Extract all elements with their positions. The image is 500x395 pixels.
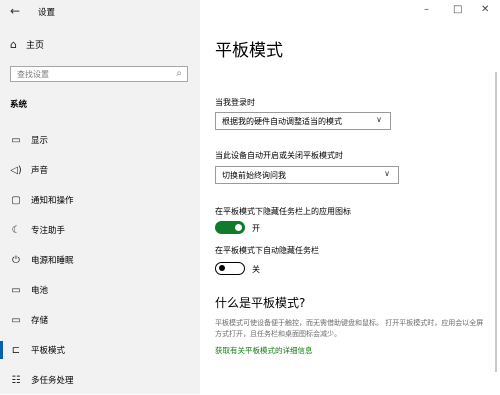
sidebar-item-label: 声音: [31, 166, 49, 176]
hide-icons-label: 在平板模式下隐藏任务栏上的应用图标: [215, 207, 351, 216]
signin-mode-dropdown[interactable]: 根据我的硬件自动调整适当的模式 ∨: [215, 112, 391, 130]
chevron-down-icon: ∨: [384, 169, 390, 178]
search-placeholder: 查找设置: [17, 70, 49, 79]
close-button[interactable]: ✕: [481, 4, 489, 15]
maximize-button[interactable]: □: [453, 4, 462, 15]
title-bar: ← 设置: [0, 0, 200, 24]
switch-behavior-value: 切换前始终询问我: [222, 171, 286, 180]
display-icon: ▭: [11, 134, 21, 146]
toggle-knob: [235, 224, 242, 231]
signin-mode-value: 根据我的硬件自动调整适当的模式: [222, 117, 342, 126]
sidebar-item-label: 专注助手: [31, 226, 66, 236]
tablet-icon: ⊏: [11, 344, 21, 356]
sidebar-item-label: 通知和操作: [31, 196, 74, 206]
sidebar-item-multitasking[interactable]: ☷ 多任务处理: [0, 365, 200, 395]
learn-more-link[interactable]: 获取有关平板模式的详细信息: [215, 345, 313, 356]
sidebar-item-battery[interactable]: ▭ 电池: [0, 275, 200, 305]
description-text: 平板模式可使设备便于触控，而无需借助键盘和鼠标。 打开平板模式时，应用会以全屏方…: [215, 319, 484, 338]
chevron-down-icon: ∨: [376, 115, 382, 124]
search-icon[interactable]: ⌕: [176, 68, 182, 79]
what-is-heading: 什么是平板模式?: [215, 296, 306, 310]
toggle-knob: [219, 265, 225, 271]
minimize-button[interactable]: –: [424, 4, 429, 15]
multitasking-icon: ☷: [11, 374, 21, 386]
sidebar-item-label: 存储: [31, 316, 49, 326]
switch-behavior-dropdown[interactable]: 切换前始终询问我 ∨: [215, 166, 399, 184]
power-icon: ⏻: [12, 254, 20, 266]
signin-label: 当我登录时: [215, 98, 255, 107]
sound-icon: ◁): [10, 164, 22, 176]
scrollbar[interactable]: [495, 72, 497, 372]
home-icon: ⌂: [10, 38, 17, 51]
sidebar-item-label: 平板模式: [31, 346, 66, 356]
storage-icon: ▭: [11, 314, 21, 326]
notification-icon: ▢: [11, 194, 21, 206]
section-heading: 系统: [10, 100, 28, 110]
hide-icons-toggle[interactable]: [215, 221, 245, 234]
autohide-label: 在平板模式下自动隐藏任务栏: [215, 246, 319, 255]
sidebar-item-focus-assist[interactable]: ☾ 专注助手: [0, 215, 200, 245]
sidebar-item-label: 电池: [31, 286, 49, 296]
page-title: 平板模式: [215, 41, 283, 61]
sidebar-item-storage[interactable]: ▭ 存储: [0, 305, 200, 335]
sidebar-item-notifications[interactable]: ▢ 通知和操作: [0, 185, 200, 215]
sidebar-item-display[interactable]: ▭ 显示: [0, 125, 200, 155]
sidebar-item-power[interactable]: ⏻ 电源和睡眠: [0, 245, 200, 275]
moon-icon: ☾: [11, 224, 21, 236]
search-input[interactable]: 查找设置 ⌕: [10, 66, 188, 82]
autohide-toggle[interactable]: [215, 262, 245, 275]
sidebar-item-label: 多任务处理: [31, 376, 74, 386]
sidebar-item-home[interactable]: ⌂ 主页: [10, 38, 44, 51]
app-title: 设置: [38, 8, 56, 18]
sidebar-item-label: 电源和睡眠: [31, 256, 74, 266]
switch-label: 当此设备自动开启或关闭平板模式时: [215, 151, 343, 160]
sidebar: ← 设置 ⌂ 主页 查找设置 ⌕ 系统 ▭ 显示 ◁) 声音 ▢ 通知和操作 ☾…: [0, 0, 200, 394]
autohide-state: 关: [252, 265, 260, 274]
sidebar-item-tablet-mode[interactable]: ⊏ 平板模式: [0, 335, 200, 365]
battery-icon: ▭: [11, 284, 21, 296]
sidebar-item-label: 显示: [31, 136, 49, 146]
home-label: 主页: [26, 41, 45, 51]
sidebar-item-sound[interactable]: ◁) 声音: [0, 155, 200, 185]
hide-icons-state: 开: [252, 224, 260, 233]
back-arrow-icon[interactable]: ←: [10, 4, 20, 18]
